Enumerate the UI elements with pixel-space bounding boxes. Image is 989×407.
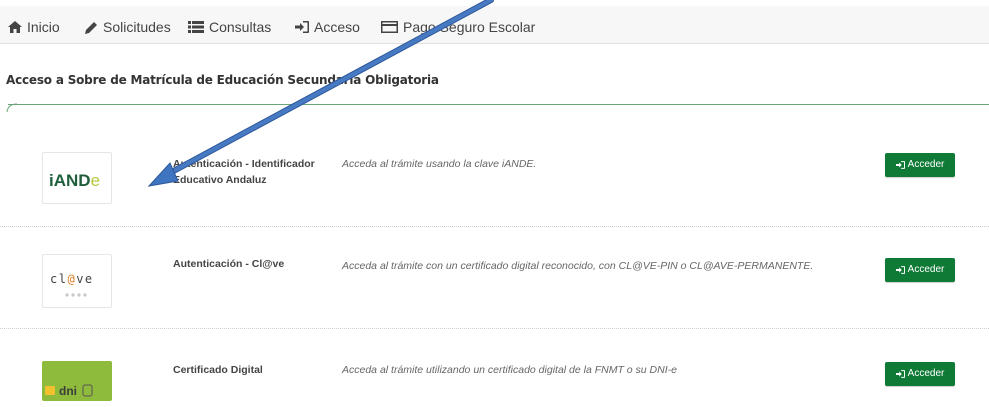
nav-label: Acceso <box>314 19 360 35</box>
list-icon <box>188 21 204 33</box>
acceder-button-iande[interactable]: Acceder <box>885 153 955 177</box>
annotation-arrow <box>147 0 494 187</box>
dni-logo-mark: dni <box>45 384 93 398</box>
nav-label: Solicitudes <box>103 19 171 35</box>
iande-logo-text: iANDe <box>49 171 100 190</box>
section-divider <box>8 104 989 105</box>
clave-logo-at: @ <box>67 272 76 286</box>
nav-label: Inicio <box>27 19 60 35</box>
nav-item-pago-seguro[interactable]: Pago Seguro Escolar <box>381 17 535 37</box>
page-title: Acceso a Sobre de Matrícula de Educación… <box>6 73 439 87</box>
method-description: Acceda al trámite utilizando un certific… <box>342 364 677 376</box>
clave-logo-text: cl@ve <box>50 272 94 286</box>
pencil-icon <box>85 21 97 34</box>
nav-item-consultas[interactable]: Consultas <box>188 17 271 37</box>
iande-logo-e: e <box>91 171 100 190</box>
dni-logo: dni <box>42 361 112 401</box>
row-separator <box>0 226 989 227</box>
top-nav: Inicio Solicitudes Consultas Acceso Pago… <box>0 0 989 44</box>
nav-item-acceso[interactable]: Acceso <box>295 17 360 37</box>
clave-logo-mark: cl@ve <box>50 272 94 297</box>
home-icon <box>8 21 22 33</box>
dni-logo-text: dni <box>59 384 77 398</box>
login-icon <box>295 21 309 33</box>
nav-label: Consultas <box>209 19 272 35</box>
iande-logo-mark: iANDe <box>49 171 100 190</box>
login-icon <box>895 161 905 169</box>
credit-card-icon <box>381 21 398 33</box>
method-title: Autenticación - Cl@ve <box>173 258 285 270</box>
acceder-button-dni[interactable]: Acceder <box>885 362 955 386</box>
method-description: Acceda al trámite con un certificado dig… <box>342 260 814 272</box>
login-icon <box>895 370 905 378</box>
method-title: Certificado Digital <box>173 364 263 376</box>
nav-label: Pago Seguro Escolar <box>403 19 536 35</box>
button-label: Acceder <box>907 368 945 379</box>
nav-item-solicitudes[interactable]: Solicitudes <box>84 17 171 37</box>
nav-item-inicio[interactable]: Inicio <box>8 17 60 37</box>
iande-logo-letters: iAND <box>49 171 91 190</box>
iande-logo: iANDe <box>42 152 112 204</box>
clave-logo: cl@ve <box>42 254 112 308</box>
button-label: Acceder <box>907 159 945 170</box>
method-description: Acceda al trámite usando la clave iANDE. <box>342 158 537 170</box>
acceder-button-clave[interactable]: Acceder <box>885 258 955 282</box>
row-separator <box>0 328 989 329</box>
method-title: Autenticación - Identificador Educativo … <box>173 158 315 186</box>
login-icon <box>895 266 905 274</box>
button-label: Acceder <box>907 264 945 275</box>
